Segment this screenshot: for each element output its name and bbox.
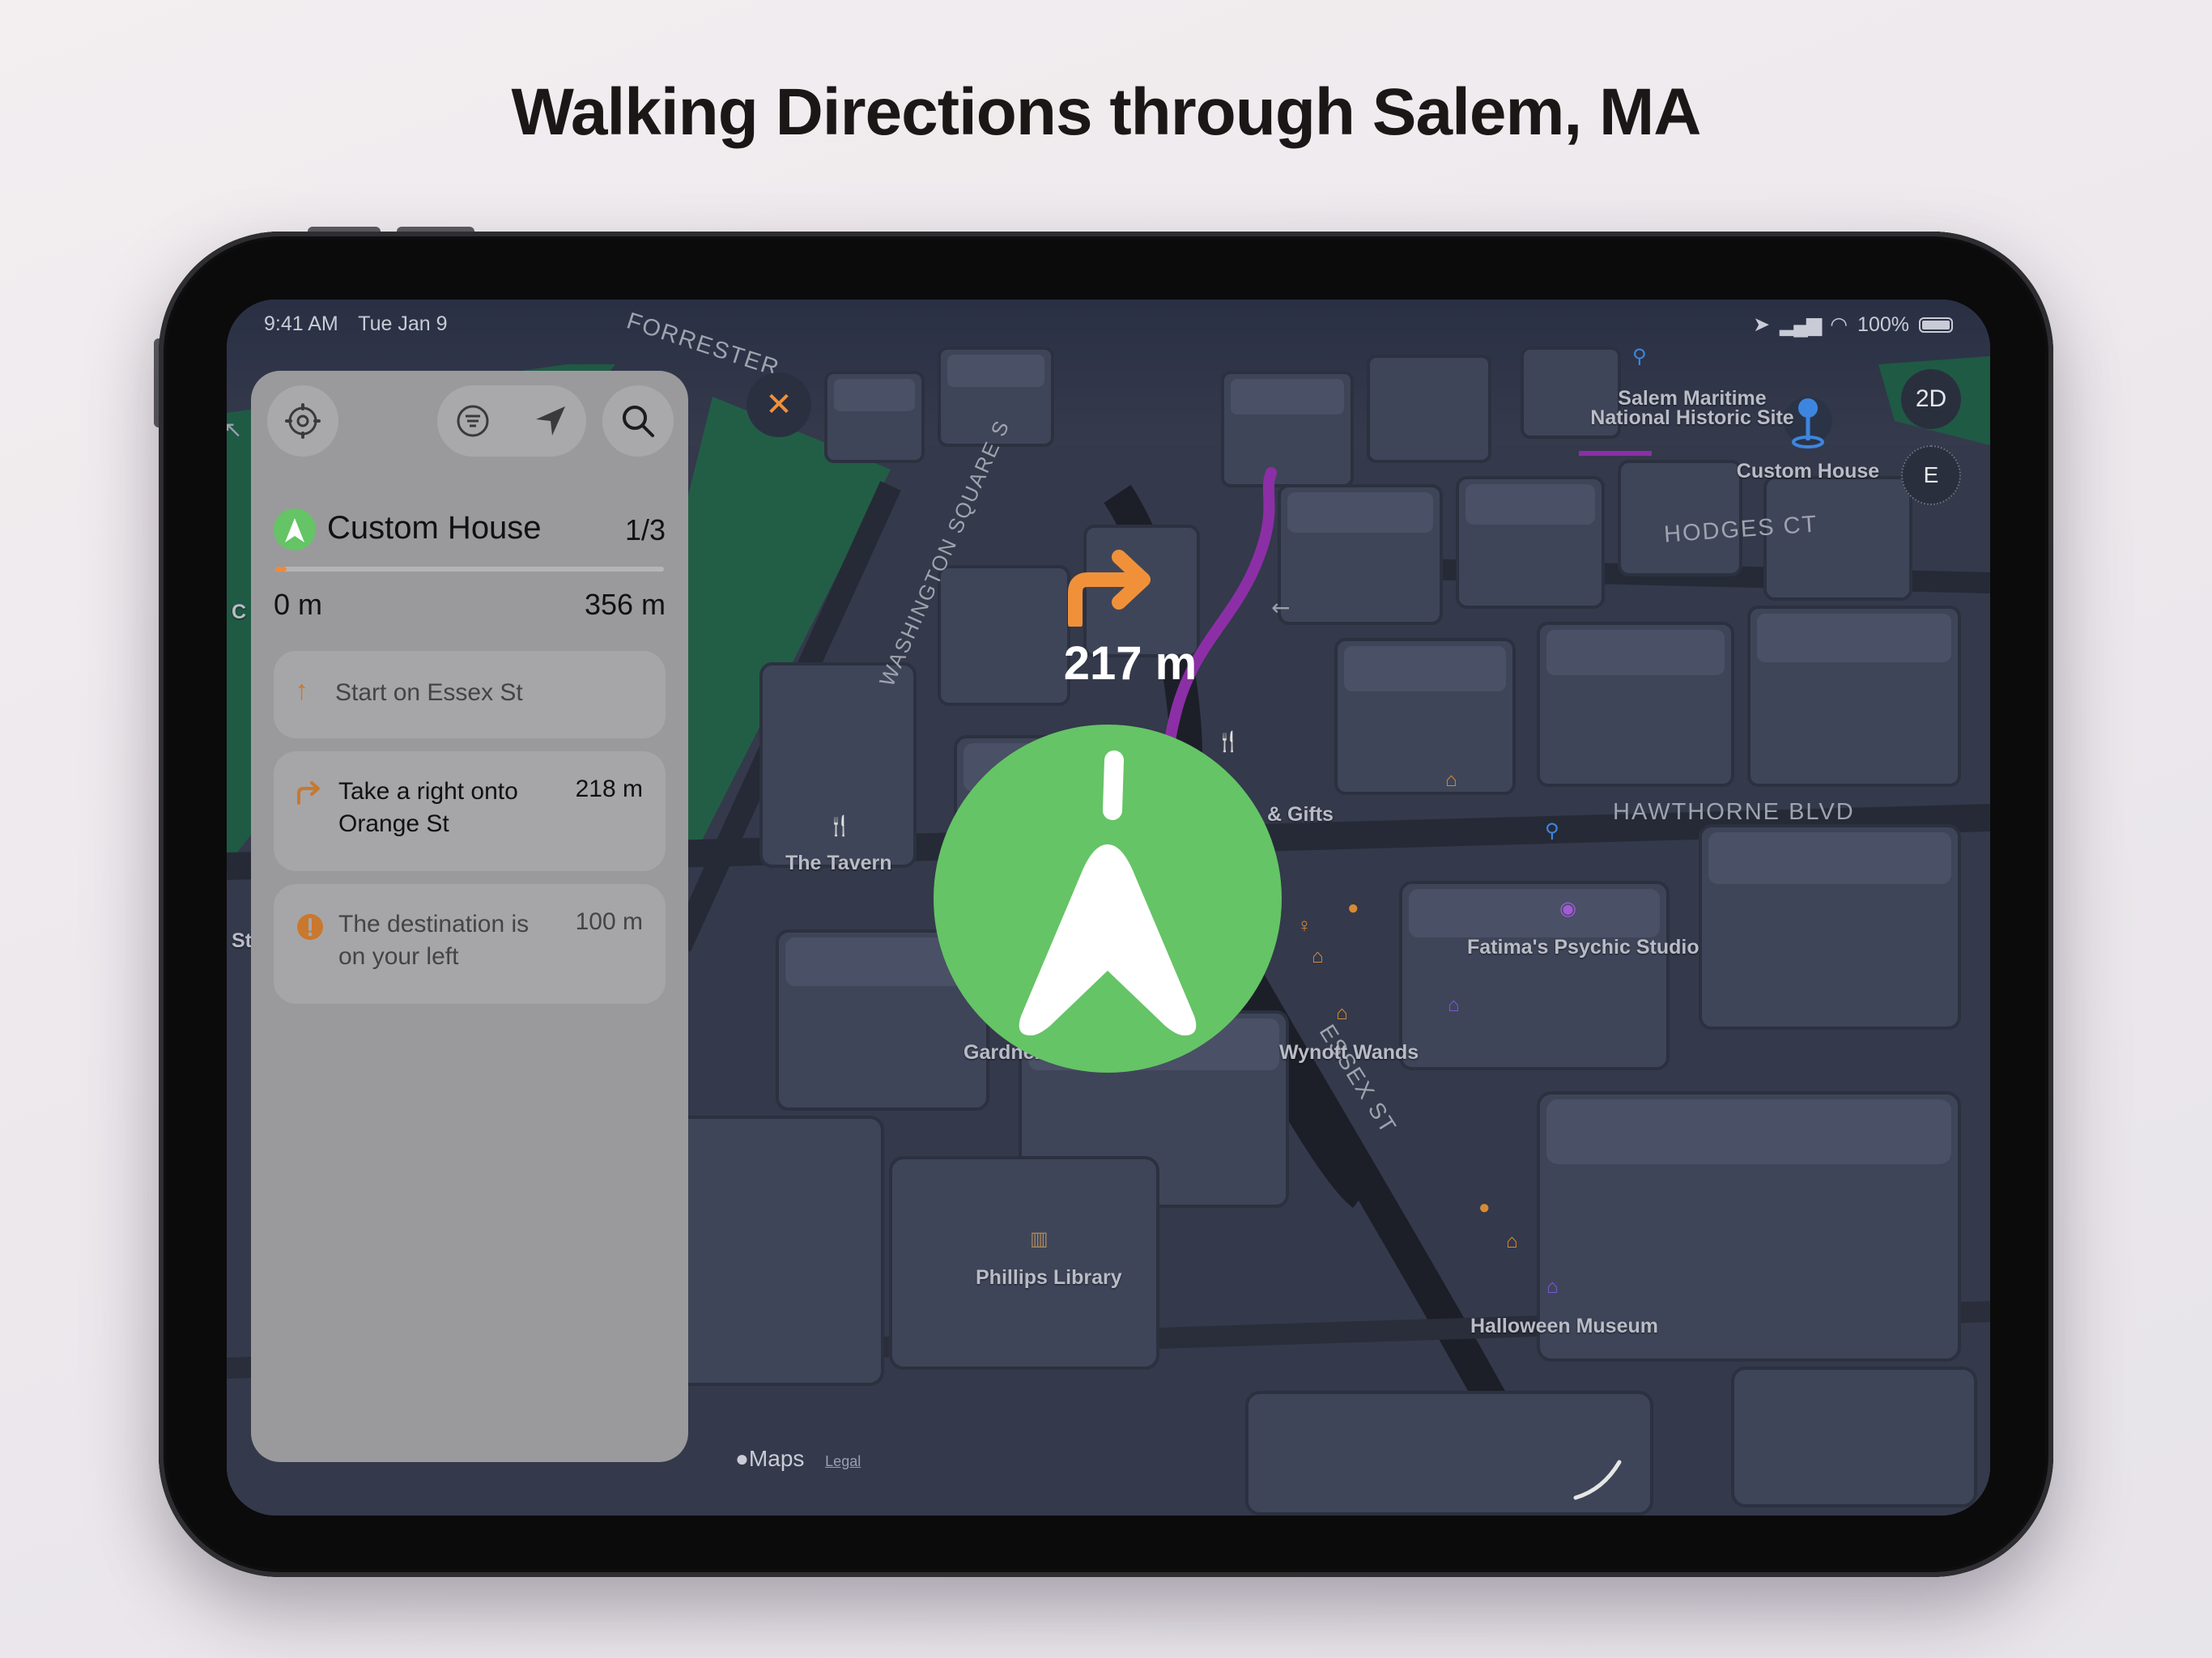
maps-attribution-text: Maps (748, 1446, 805, 1471)
close-icon: ✕ (765, 387, 793, 423)
recenter-button[interactable] (515, 385, 586, 457)
edge-label-st: St (232, 929, 252, 952)
destination-name: Custom House (327, 510, 542, 546)
edge-label-c: C (232, 601, 247, 623)
location-arrow-icon (536, 406, 565, 436)
step-card-destination[interactable]: The destination is on your left 100 m (274, 884, 666, 1004)
map-2d-toggle-button[interactable]: 2D (1901, 369, 1961, 429)
maritime-pin-icon: ⚲ (1632, 346, 1647, 368)
landmark-pin-icon: ⚲ (1545, 820, 1559, 842)
route-progress-bar (275, 567, 664, 572)
destination-pin-icon (297, 914, 323, 940)
shop-icon: ♀ (1297, 915, 1312, 937)
library-icon: ▥ (1030, 1228, 1049, 1250)
shop-icon-4: ⌂ (1506, 1231, 1518, 1252)
heading-arrow-icon (1019, 750, 1197, 1035)
cellular-signal-icon: ▂▄▆ (1780, 313, 1822, 336)
eye-icon: ◉ (1559, 898, 1576, 920)
gear-icon (285, 403, 321, 439)
poi-custom-house[interactable]: Custom House (1727, 460, 1889, 483)
step-card-turn-right[interactable]: Take a right onto Orange St 218 m (274, 751, 666, 871)
poi-phillips-library[interactable]: Phillips Library (976, 1266, 1122, 1290)
compass-button[interactable]: E (1901, 445, 1961, 505)
settings-button[interactable] (267, 385, 338, 457)
poi-halloween-museum[interactable]: Halloween Museum (1470, 1315, 1658, 1338)
restaurant-icon: 🍴 (827, 815, 852, 837)
step-text-start: Start on Essex St (335, 679, 523, 706)
turn-right-arrow-icon (1068, 550, 1151, 627)
step-text-destination: The destination is on your left (338, 911, 530, 970)
map-2d-label: 2D (1915, 385, 1947, 412)
page-headline: Walking Directions through Salem, MA (511, 75, 1702, 149)
destination-header: Custom House 1/3 (274, 507, 666, 555)
street-hawthorne-blvd: HAWTHORNE BLVD (1613, 799, 1855, 825)
user-location-puck (934, 725, 1282, 1073)
cafe-icon-2: ● (1478, 1197, 1491, 1218)
legal-link[interactable]: Legal (825, 1453, 861, 1469)
compass-heading: E (1923, 462, 1939, 487)
route-list-button[interactable] (437, 385, 508, 457)
shopping-bag-icon: ⌂ (1445, 769, 1457, 791)
battery-icon (1919, 317, 1953, 333)
museum-icon: ⌂ (1448, 994, 1460, 1016)
turn-distance: 217 m (1063, 637, 1197, 690)
search-icon (623, 406, 654, 437)
search-button[interactable] (602, 385, 674, 457)
status-bar: 9:41 AM Tue Jan 9 ➤ ▂▄▆ ◠ 100% (264, 312, 1953, 345)
ipad-screen[interactable]: ← ↖ 9:41 AM Tue Jan 9 ➤ ▂▄▆ ◠ 100% FORRE… (227, 300, 1990, 1516)
distance-start: 0 m (274, 588, 323, 621)
route-progress-fill (275, 567, 287, 572)
museum-icon-2: ⌂ (1546, 1276, 1559, 1298)
wifi-icon: ◠ (1830, 313, 1848, 336)
status-date: Tue Jan 9 (358, 312, 448, 335)
cafe-icon: ● (1347, 897, 1359, 919)
status-time: 9:41 AM (264, 312, 338, 335)
shop-icon-3: ⌂ (1336, 1002, 1348, 1024)
poi-the-tavern[interactable]: The Tavern (785, 852, 892, 875)
step-counter: 1/3 (624, 513, 666, 546)
arrow-up-icon: ↑ (295, 675, 308, 706)
step-distance-turn-right: 218 m (575, 776, 643, 802)
list-icon (457, 405, 489, 437)
turn-right-icon (297, 781, 320, 805)
apple-logo-icon: ● (735, 1446, 749, 1471)
step-text-turn-right: Take a right onto Orange St (338, 778, 518, 837)
battery-percentage: 100% (1857, 312, 1909, 336)
shop-icon-2: ⌂ (1312, 946, 1324, 967)
poi-fatimas-psychic-studio[interactable]: Fatima's Psychic Studio (1467, 936, 1699, 959)
distance-total: 356 m (584, 588, 666, 621)
svg-text:↖: ↖ (227, 416, 242, 443)
maps-attribution: ●Maps Legal (735, 1446, 861, 1472)
step-card-start[interactable]: ↑ Start on Essex St (274, 651, 666, 738)
svg-text:←: ← (1271, 594, 1290, 621)
poi-maritime-line2[interactable]: National Historic Site (1571, 406, 1814, 430)
poi-wynott-wands[interactable]: Wynott Wands (1279, 1041, 1419, 1065)
walking-destination-icon (274, 508, 316, 551)
directions-panel[interactable]: Custom House 1/3 0 m 356 m ↑ Start on Es… (251, 371, 688, 1462)
location-arrow-icon: ➤ (1753, 313, 1771, 336)
step-distance-destination: 100 m (575, 908, 643, 935)
close-navigation-button[interactable]: ✕ (747, 372, 811, 437)
